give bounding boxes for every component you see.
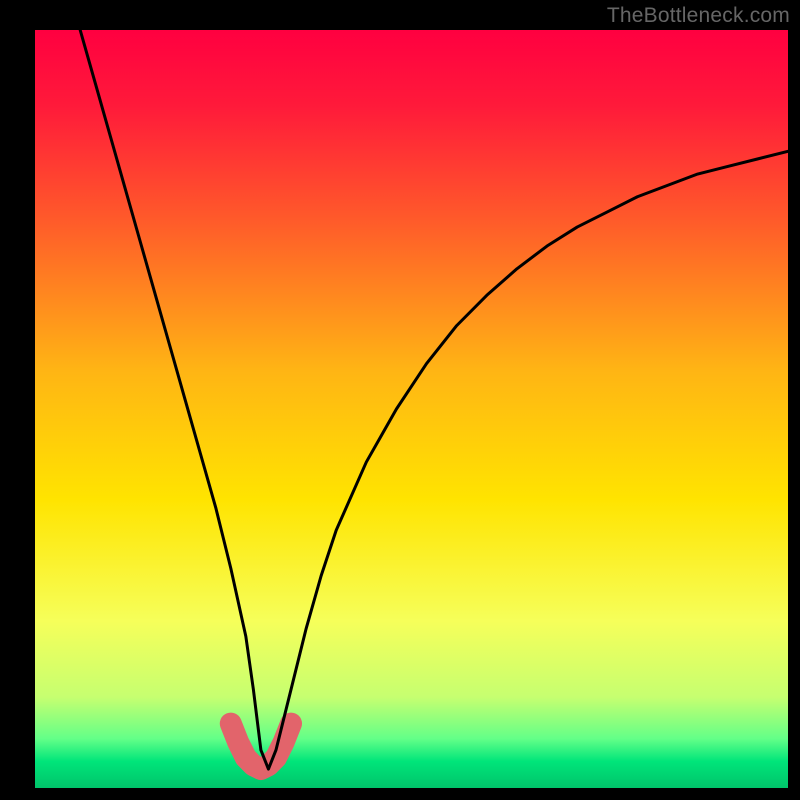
bottleneck-chart (0, 0, 800, 800)
chart-root: TheBottleneck.com (0, 0, 800, 800)
watermark-text: TheBottleneck.com (607, 4, 790, 28)
plot-background (35, 30, 788, 788)
